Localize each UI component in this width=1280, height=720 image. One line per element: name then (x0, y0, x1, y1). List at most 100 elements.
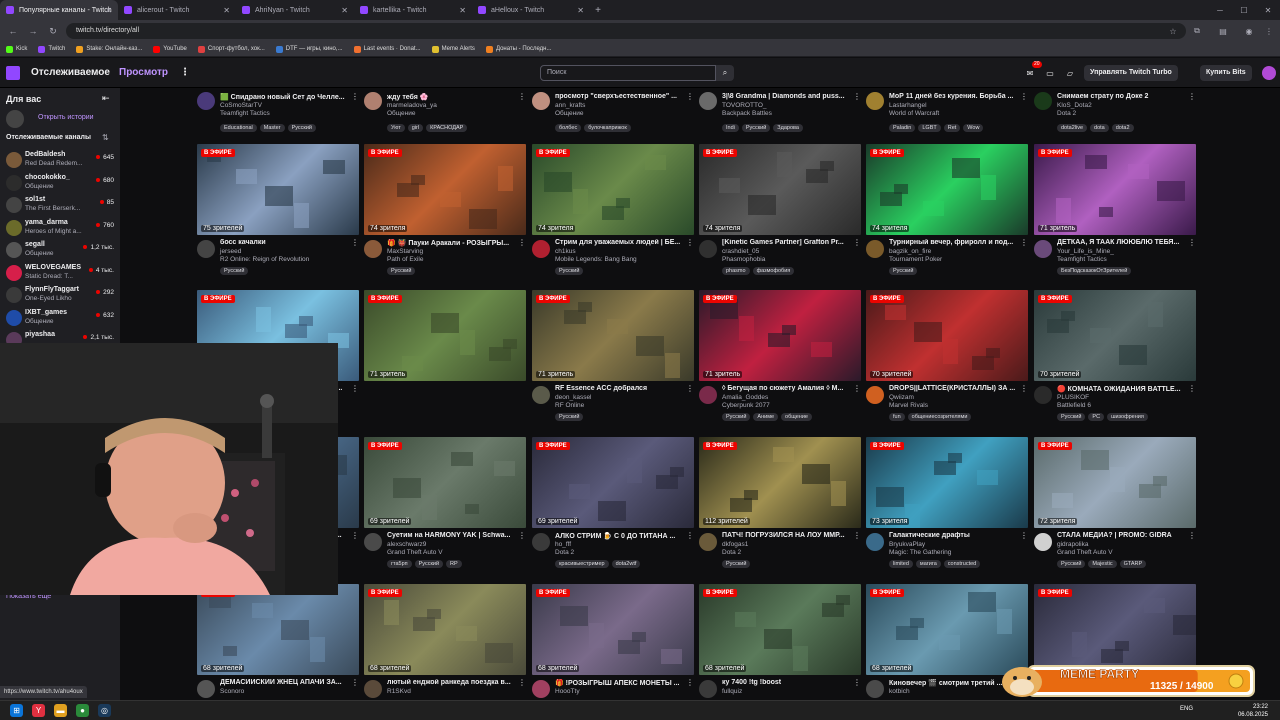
maximize-icon[interactable]: ☐ (1232, 0, 1256, 20)
card-menu-icon[interactable]: ⋮ (853, 678, 861, 687)
stream-tag[interactable]: limited (889, 560, 913, 568)
card-menu-icon[interactable]: ⋮ (351, 92, 359, 101)
stream-title[interactable]: АЛКО СТРИМ 🍺 С 0 ДО ТИТАНА ... (555, 532, 683, 540)
game-name[interactable]: Grand Theft Auto V (1057, 549, 1113, 556)
bookmark-item[interactable]: DTF — игры, кино,... (275, 45, 343, 53)
twitch-logo-icon[interactable] (6, 66, 20, 80)
bookmark-star-icon[interactable]: ☆ (1166, 24, 1180, 38)
stream-title[interactable]: ДЕТКАА, Я ТААК ЛЮЮБЛЮ ТЕБЯ... (1057, 239, 1185, 246)
stream-title[interactable]: босс качалки (220, 239, 348, 246)
game-name[interactable]: World of Warcraft (889, 110, 939, 117)
channel-name[interactable]: fullquiz (722, 688, 742, 695)
game-name[interactable]: Path of Exile (387, 256, 424, 263)
channel-name[interactable]: Lastarhangel (889, 102, 927, 109)
stream-tag[interactable]: БезПодсказокОтЗрителей (1057, 267, 1132, 275)
stream-title[interactable]: СТАЛА МЕДИА? | PROMO: GIDRA (1057, 532, 1185, 539)
channel-name[interactable]: Amalia_Goddes (722, 394, 768, 401)
stream-tag[interactable]: girl (407, 124, 424, 132)
channel-avatar[interactable] (699, 680, 717, 698)
sidebar-channel[interactable]: yama_darma Heroes of Might a... 760 (6, 218, 116, 238)
card-menu-icon[interactable]: ⋮ (686, 92, 694, 101)
stream-thumbnail[interactable]: В ЭФИРЕ 69 зрителей (364, 437, 526, 528)
stream-card[interactable]: В ЭФИРЕ 112 зрителей ПАТЧ! ПОГРУЗИЛСЯ НА Л… (699, 437, 861, 577)
channel-avatar[interactable] (1034, 386, 1052, 404)
stream-title[interactable]: Суетим на HARMONY YAK | Schwa... (387, 532, 515, 539)
stream-tag[interactable]: Majestic (1088, 560, 1117, 568)
stream-card[interactable]: В ЭФИРЕ 68 зрителей 🎁 !РОЗЫГРЫШ АПЕКС МОНЕ… (532, 584, 694, 700)
channel-avatar[interactable] (364, 533, 382, 551)
stream-tag[interactable]: Wow (963, 124, 984, 132)
stream-tag[interactable]: Русский (287, 124, 316, 132)
game-name[interactable]: Общение (387, 110, 416, 117)
stream-tag[interactable]: болбес (555, 124, 582, 132)
bookmark-item[interactable]: Спорт-футбол, хок... (197, 45, 265, 53)
channel-avatar[interactable] (1034, 533, 1052, 551)
game-name[interactable]: Dota 2 (555, 549, 574, 556)
channel-avatar[interactable] (197, 240, 215, 258)
stream-title[interactable]: лютый енджой ранкеда поездка в... (387, 679, 515, 686)
sidebar-channel[interactable]: WELOVEGAMES Static Dread: T... 4 тыс. (6, 263, 116, 283)
sidebar-channel[interactable]: FlynnFlyTaggart One-Eyed Likho 292 (6, 285, 116, 305)
stream-title[interactable]: Киновечер 🎬 смотрим третий ... (889, 679, 1017, 687)
stream-tag[interactable]: красивыестример (555, 560, 609, 568)
stream-tag[interactable]: Русский (889, 267, 918, 275)
tab-close-icon[interactable]: ✕ (341, 6, 348, 15)
stream-tag[interactable]: Русский (555, 267, 584, 275)
history-avatar[interactable] (6, 110, 24, 128)
stream-thumbnail[interactable]: В ЭФИРЕ 68 зрителей (364, 584, 526, 675)
stream-tag[interactable]: Здарова (773, 124, 803, 132)
stream-tag[interactable]: Master (259, 124, 285, 132)
stream-thumbnail[interactable]: В ЭФИРЕ 74 зрителя (699, 144, 861, 235)
stream-title[interactable]: 🔴 КОМНАТА ОЖИДАНИЯ BATTLE... (1057, 385, 1185, 393)
stream-thumbnail[interactable]: В ЭФИРЕ 71 зритель (1034, 144, 1196, 235)
stream-title[interactable]: RF Essence ACC добрался (555, 385, 683, 392)
stream-title[interactable]: 🎁 👹 Пауки Аракали - РОЗЫГРЫ... (387, 239, 515, 247)
channel-name[interactable]: TOVOROTTO_ (722, 102, 767, 109)
channel-avatar[interactable] (197, 680, 215, 698)
card-menu-icon[interactable]: ⋮ (518, 238, 526, 247)
stream-thumbnail[interactable]: В ЭФИРЕ 69 зрителей (532, 437, 694, 528)
card-menu-icon[interactable]: ⋮ (1188, 531, 1196, 540)
close-window-icon[interactable]: ✕ (1256, 0, 1280, 20)
stream-card[interactable]: В ЭФИРЕ 71 зритель RF Essence ACC добрался… (532, 290, 694, 430)
stream-tag[interactable]: Русский (722, 560, 751, 568)
tab-close-icon[interactable]: ✕ (105, 6, 112, 15)
sidepanel-icon[interactable]: ▤ (1216, 24, 1230, 38)
card-menu-icon[interactable]: ⋮ (686, 531, 694, 540)
card-menu-icon[interactable]: ⋮ (1020, 238, 1028, 247)
sort-icon[interactable]: ⇅ (102, 133, 109, 142)
channel-name[interactable]: Qwiizam (889, 394, 914, 401)
channel-avatar[interactable] (532, 386, 550, 404)
stream-title[interactable]: 🟩 Спидрано новый Сет до Челле... (220, 93, 348, 101)
channel-name[interactable]: bagzik_on_fire (889, 248, 931, 255)
card-menu-icon[interactable]: ⋮ (351, 238, 359, 247)
channel-avatar[interactable] (866, 386, 884, 404)
stream-title[interactable]: [Kinetic Games Partner] Grafton Pr... (722, 239, 850, 246)
game-name[interactable]: Tournament Poker (889, 256, 942, 263)
card-menu-icon[interactable]: ⋮ (518, 531, 526, 540)
extensions-icon[interactable]: ⧉ (1190, 24, 1204, 38)
channel-avatar[interactable] (699, 533, 717, 551)
stream-title[interactable]: Стрим для уважаемых людей | БЕ... (555, 239, 683, 246)
channel-avatar[interactable] (532, 533, 550, 551)
channel-name[interactable]: CoSmoStarTV (220, 102, 262, 109)
game-name[interactable]: Dota 2 (722, 549, 741, 556)
stream-tag[interactable]: булочкаприжок (584, 124, 631, 132)
stream-tag[interactable]: КРАСНОДАР (426, 124, 468, 132)
channel-avatar[interactable] (1034, 240, 1052, 258)
browser-tab[interactable]: Популярные каналы - Twitch ✕ (0, 0, 118, 20)
stream-title[interactable]: ◊ Бегущая по сюжету Амалия ◊ М... (722, 385, 850, 392)
minimize-icon[interactable]: ─ (1208, 0, 1232, 20)
channel-avatar[interactable] (866, 92, 884, 110)
stream-tag[interactable]: GTARP (1119, 560, 1147, 568)
game-name[interactable]: RF Online (555, 402, 584, 409)
stream-tag[interactable]: Русский (1057, 413, 1086, 421)
channel-name[interactable]: Your_Life_is_Mine_ (1057, 248, 1114, 255)
search-icon[interactable]: ⌕ (716, 65, 734, 81)
new-tab-icon[interactable]: + (590, 0, 606, 20)
stream-tag[interactable]: PC (1088, 413, 1105, 421)
channel-name[interactable]: PLUSIKOF (1057, 394, 1089, 401)
card-menu-icon[interactable]: ⋮ (1188, 92, 1196, 101)
stream-title[interactable]: жду тебя 🌸 (387, 93, 515, 101)
stream-title[interactable]: 3|\8 Grandma | Diamonds and puss... (722, 93, 850, 100)
